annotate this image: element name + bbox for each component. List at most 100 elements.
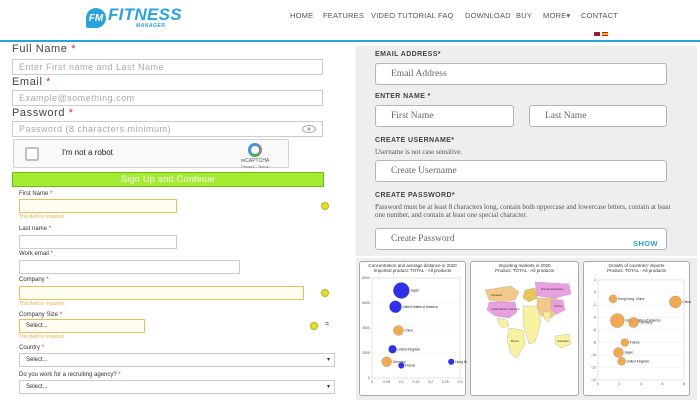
spain-flag-icon[interactable] — [602, 32, 608, 36]
nav-video-tutorial[interactable]: VIDEO TUTORIAL — [371, 11, 436, 20]
logo-title: FITNESS — [108, 5, 182, 24]
map-india — [542, 311, 552, 323]
company-size-error: This field is required. — [19, 334, 66, 340]
recaptcha-label: I'm not a robot — [62, 148, 113, 157]
recaptcha-logo: reCAPTCHA Privacy - Terms — [232, 143, 278, 169]
data-point — [448, 358, 455, 365]
site-header: FM FITNESS MANAGER HOME FEATURES VIDEO T… — [0, 0, 700, 42]
data-point-label: United Kingdom — [627, 359, 650, 363]
company-error: This field is required. — [19, 301, 66, 307]
nav-home[interactable]: HOME — [290, 11, 313, 20]
email-address-label: EMAIL ADDRESS* — [375, 51, 441, 58]
nav-contact[interactable]: CONTACT — [581, 11, 618, 20]
data-point-label: Japan — [410, 289, 419, 293]
x-tick-label: 4 — [640, 382, 642, 386]
first-name-field[interactable]: First Name — [375, 105, 514, 127]
map-brazil — [506, 327, 526, 359]
nav-faq[interactable]: FAQ — [438, 11, 454, 20]
first-name-status-icon — [321, 202, 329, 210]
account-form-panel: EMAIL ADDRESS* Email Address ENTER NAME … — [356, 46, 697, 256]
password-eye-icon[interactable] — [302, 125, 316, 133]
data-point-label: United States of America — [402, 305, 437, 309]
uk-flag-icon[interactable] — [594, 32, 600, 36]
data-point-label: China — [682, 300, 691, 304]
data-point — [669, 295, 682, 308]
data-point-label: China — [404, 329, 413, 333]
x-tick-label: 0.05 — [383, 380, 390, 384]
data-point — [608, 294, 618, 303]
sign-up-continue-button[interactable]: Sign Up and Continue — [12, 172, 324, 187]
full-name-label: Full Name * — [12, 43, 77, 55]
show-password-toggle[interactable]: SHOW — [633, 234, 658, 254]
create-password-label: CREATE PASSWORD* — [375, 192, 456, 199]
recaptcha-privacy-terms[interactable]: Privacy - Terms — [232, 164, 278, 169]
y-tick-label: 6000 — [362, 301, 370, 305]
first-name-label: First Name * — [19, 191, 53, 197]
y-tick-label: -14 — [591, 378, 596, 382]
recaptcha-checkbox[interactable] — [25, 147, 39, 161]
more-caret-icon: ▾ — [566, 11, 571, 20]
map-label-australia: Australia — [557, 339, 569, 343]
data-point-label: Hong Kong, China — [455, 360, 467, 364]
y-tick-label: -2 — [593, 303, 596, 307]
data-point — [610, 313, 625, 328]
x-tick-label: 0.1 — [399, 380, 404, 384]
company-size-sort-icon: = — [325, 321, 330, 328]
company-size-select[interactable]: Select... — [19, 319, 145, 333]
y-tick-label: -10 — [591, 353, 596, 357]
first-name-error: This field is required. — [19, 214, 66, 220]
data-point-label: United Kingdom — [398, 347, 421, 351]
first-name-input[interactable] — [19, 199, 177, 213]
last-name-label: Last name * — [19, 226, 52, 232]
data-point-label: Germany — [639, 321, 653, 325]
email-input[interactable]: Example@something.com — [12, 90, 323, 106]
x-tick-label: 2 — [619, 382, 621, 386]
x-tick-label: 0.15 — [413, 380, 420, 384]
email-address-input[interactable]: Email Address — [375, 63, 667, 85]
x-tick-label: 0.2 — [428, 380, 433, 384]
y-tick-label: 2000 — [362, 351, 370, 355]
company-input[interactable] — [19, 286, 304, 300]
password-input[interactable]: Password (8 characters minimum) — [12, 121, 323, 137]
company-status-icon — [321, 289, 329, 297]
data-point — [628, 317, 639, 328]
logo-badge: FM — [86, 8, 106, 28]
data-point — [388, 345, 397, 354]
last-name-input[interactable] — [19, 235, 177, 249]
chart3-plot: 20-2-4-6-8-10-12-140 2 4 6 8Hong Kong, China… — [591, 278, 691, 386]
nav-more[interactable]: MORE▾ — [543, 11, 570, 20]
concentration-chart: Concentration and average distance in 20… — [359, 261, 467, 396]
x-tick-label: 0 — [597, 382, 599, 386]
nav-download[interactable]: DOWNLOAD — [465, 11, 511, 20]
y-tick-label: 0 — [594, 291, 596, 295]
data-point-label: France — [405, 364, 415, 368]
create-password-input[interactable]: Create Password SHOW — [375, 228, 667, 250]
language-flags — [594, 32, 608, 36]
nav-features[interactable]: FEATURES — [323, 11, 364, 20]
recruiting-agency-select[interactable]: Select... ▾ — [19, 380, 335, 394]
create-username-input[interactable]: Create Username — [375, 160, 667, 182]
y-tick-label: -8 — [593, 341, 596, 345]
nav-buy[interactable]: BUY — [516, 11, 532, 20]
map-africa — [522, 305, 542, 345]
company-size-status-icon — [310, 322, 318, 330]
username-help-text: Username is not case sensitive. — [375, 148, 463, 156]
data-point — [617, 357, 626, 366]
x-tick-label: 6 — [662, 382, 664, 386]
last-name-field[interactable]: Last Name — [529, 105, 667, 127]
data-point — [620, 338, 629, 347]
enter-name-label: ENTER NAME * — [375, 93, 431, 100]
data-point — [381, 356, 392, 367]
company-label: Company * — [19, 277, 49, 283]
full-name-input[interactable]: Enter First name and Last Name — [12, 59, 323, 75]
recruiting-dropdown-icon: ▾ — [326, 384, 330, 390]
map-label-russia: Russian Federation — [541, 287, 564, 291]
y-tick-label: 4000 — [362, 326, 370, 330]
data-point-label: France — [630, 341, 640, 345]
map-central-america — [496, 317, 510, 329]
work-email-input[interactable] — [19, 260, 240, 274]
y-tick-label: -12 — [591, 366, 596, 370]
y-tick-label: 8000 — [362, 276, 370, 280]
country-select[interactable]: Select... ▾ — [19, 353, 335, 367]
fitness-manager-logo[interactable]: FM FITNESS MANAGER — [86, 6, 182, 34]
